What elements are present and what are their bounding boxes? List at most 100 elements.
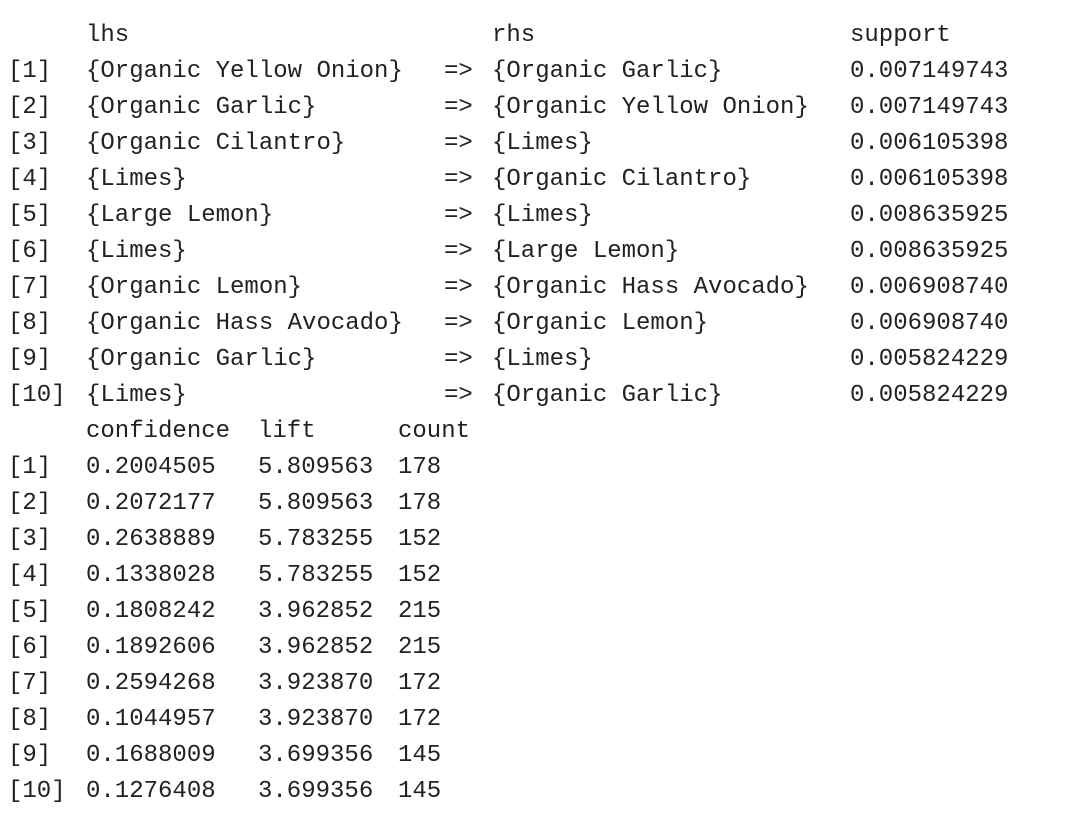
lhs-cell: {Organic Lemon} bbox=[86, 274, 303, 301]
rhs-cell: {Organic Yellow Onion} bbox=[492, 94, 809, 121]
support-cell: 0.007149743 bbox=[850, 58, 1009, 85]
arrow-cell: => bbox=[444, 130, 473, 157]
table-row: [9] {Organic Garlic} => {Limes} 0.005824229 bbox=[8, 342, 1030, 378]
arrow-cell: => bbox=[444, 346, 473, 373]
row-index: [4] bbox=[8, 166, 52, 193]
row-index: [10] bbox=[8, 382, 66, 409]
table-row: [5] {Large Lemon} => {Limes} 0.008635925 bbox=[8, 198, 1030, 234]
confidence-cell: 0.1338028 bbox=[86, 562, 216, 589]
r-console-output: lhs rhs support [1] {Organic Yellow Onion} =… bbox=[8, 18, 1030, 810]
metrics-header-row: confidence lift count bbox=[8, 414, 1030, 450]
lift-header: lift bbox=[258, 418, 316, 445]
table-row: [6] {Limes} => {Large Lemon} 0.008635925 bbox=[8, 234, 1030, 270]
count-cell: 215 bbox=[398, 634, 442, 661]
confidence-cell: 0.1044957 bbox=[86, 706, 216, 733]
row-index: [7] bbox=[8, 670, 52, 697]
lhs-header: lhs bbox=[86, 22, 130, 49]
lhs-cell: {Organic Cilantro} bbox=[86, 130, 346, 157]
count-cell: 145 bbox=[398, 778, 442, 805]
lift-cell: 3.699356 bbox=[258, 778, 374, 805]
lift-cell: 3.962852 bbox=[258, 634, 374, 661]
row-index: [9] bbox=[8, 742, 52, 769]
table-row: [3] 0.2638889 5.783255 152 bbox=[8, 522, 1030, 558]
lhs-cell: {Organic Garlic} bbox=[86, 346, 317, 373]
lhs-cell: {Organic Yellow Onion} bbox=[86, 58, 403, 85]
support-cell: 0.005824229 bbox=[850, 346, 1009, 373]
lhs-cell: {Limes} bbox=[86, 238, 187, 265]
arrow-cell: => bbox=[444, 166, 473, 193]
lift-cell: 5.809563 bbox=[258, 454, 374, 481]
table-row: [4] {Limes} => {Organic Cilantro} 0.00610539… bbox=[8, 162, 1030, 198]
confidence-cell: 0.2638889 bbox=[86, 526, 216, 553]
arrow-cell: => bbox=[444, 58, 473, 85]
rhs-cell: {Limes} bbox=[492, 130, 593, 157]
support-cell: 0.006908740 bbox=[850, 274, 1009, 301]
arrow-cell: => bbox=[444, 310, 473, 337]
lhs-cell: {Limes} bbox=[86, 382, 187, 409]
row-index: [4] bbox=[8, 562, 52, 589]
rhs-cell: {Limes} bbox=[492, 202, 593, 229]
lhs-cell: {Organic Garlic} bbox=[86, 94, 317, 121]
count-cell: 172 bbox=[398, 670, 442, 697]
rhs-cell: {Organic Lemon} bbox=[492, 310, 709, 337]
support-cell: 0.008635925 bbox=[850, 202, 1009, 229]
count-cell: 152 bbox=[398, 526, 442, 553]
lift-cell: 5.783255 bbox=[258, 562, 374, 589]
support-cell: 0.006105398 bbox=[850, 166, 1009, 193]
table-row: [1] {Organic Yellow Onion} => {Organic Garl… bbox=[8, 54, 1030, 90]
lift-cell: 3.923870 bbox=[258, 706, 374, 733]
arrow-cell: => bbox=[444, 382, 473, 409]
row-index: [2] bbox=[8, 490, 52, 517]
row-index: [10] bbox=[8, 778, 66, 805]
confidence-cell: 0.2594268 bbox=[86, 670, 216, 697]
row-index: [7] bbox=[8, 274, 52, 301]
row-index: [3] bbox=[8, 526, 52, 553]
table-row: [8] 0.1044957 3.923870 172 bbox=[8, 702, 1030, 738]
table-row: [3] {Organic Cilantro} => {Limes} 0.00610539… bbox=[8, 126, 1030, 162]
table-row: [6] 0.1892606 3.962852 215 bbox=[8, 630, 1030, 666]
lift-cell: 5.783255 bbox=[258, 526, 374, 553]
rhs-cell: {Organic Hass Avocado} bbox=[492, 274, 809, 301]
count-cell: 152 bbox=[398, 562, 442, 589]
row-index: [3] bbox=[8, 130, 52, 157]
support-cell: 0.005824229 bbox=[850, 382, 1009, 409]
table-row: [7] 0.2594268 3.923870 172 bbox=[8, 666, 1030, 702]
row-index: [5] bbox=[8, 202, 52, 229]
rhs-cell: {Organic Garlic} bbox=[492, 382, 723, 409]
arrow-cell: => bbox=[444, 202, 473, 229]
confidence-cell: 0.2072177 bbox=[86, 490, 216, 517]
lhs-cell: {Organic Hass Avocado} bbox=[86, 310, 403, 337]
support-header: support bbox=[850, 22, 951, 49]
count-cell: 172 bbox=[398, 706, 442, 733]
arrow-cell: => bbox=[444, 274, 473, 301]
table-row: [8] {Organic Hass Avocado} => {Organic Lemo… bbox=[8, 306, 1030, 342]
count-cell: 178 bbox=[398, 490, 442, 517]
count-cell: 178 bbox=[398, 454, 442, 481]
row-index: [5] bbox=[8, 598, 52, 625]
count-cell: 145 bbox=[398, 742, 442, 769]
arrow-cell: => bbox=[444, 238, 473, 265]
table-row: [5] 0.1808242 3.962852 215 bbox=[8, 594, 1030, 630]
confidence-cell: 0.1892606 bbox=[86, 634, 216, 661]
rhs-header: rhs bbox=[492, 22, 536, 49]
confidence-cell: 0.2004505 bbox=[86, 454, 216, 481]
table-row: [2] {Organic Garlic} => {Organic Yellow Oni… bbox=[8, 90, 1030, 126]
rhs-cell: {Organic Cilantro} bbox=[492, 166, 752, 193]
table-row: [7] {Organic Lemon} => {Organic Hass Avocad… bbox=[8, 270, 1030, 306]
row-index: [6] bbox=[8, 238, 52, 265]
row-index: [8] bbox=[8, 310, 52, 337]
row-index: [1] bbox=[8, 58, 52, 85]
table-row: [4] 0.1338028 5.783255 152 bbox=[8, 558, 1030, 594]
confidence-cell: 0.1808242 bbox=[86, 598, 216, 625]
count-cell: 215 bbox=[398, 598, 442, 625]
rhs-cell: {Limes} bbox=[492, 346, 593, 373]
rhs-cell: {Organic Garlic} bbox=[492, 58, 723, 85]
row-index: [6] bbox=[8, 634, 52, 661]
row-index: [9] bbox=[8, 346, 52, 373]
lift-cell: 3.699356 bbox=[258, 742, 374, 769]
confidence-header: confidence bbox=[86, 418, 231, 445]
table-row: [9] 0.1688009 3.699356 145 bbox=[8, 738, 1030, 774]
table-row: [1] 0.2004505 5.809563 178 bbox=[8, 450, 1030, 486]
support-cell: 0.006105398 bbox=[850, 130, 1009, 157]
confidence-cell: 0.1688009 bbox=[86, 742, 216, 769]
